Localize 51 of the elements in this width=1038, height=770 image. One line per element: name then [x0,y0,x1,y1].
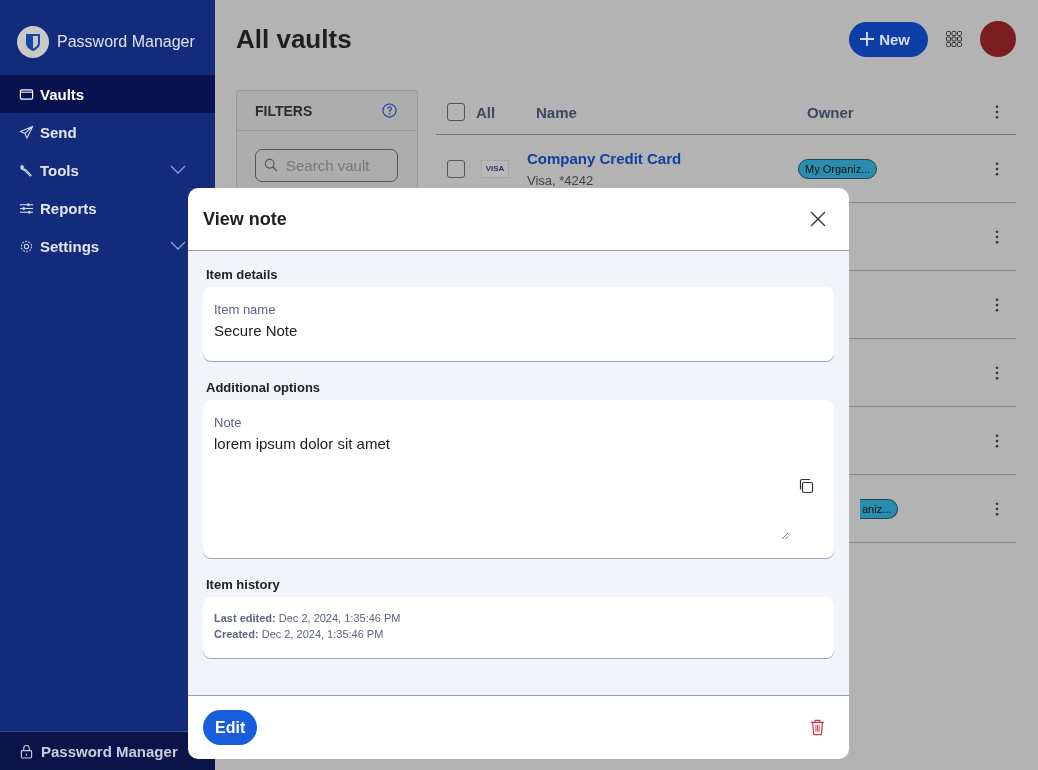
nav-item[interactable]: Tools [0,151,215,189]
new-button[interactable]: New [849,21,928,57]
search-icon [264,158,278,172]
column-header: Owner [807,103,855,121]
app-grid-icon[interactable] [946,31,962,47]
note-field[interactable]: Note lorem ipsum dolor sit amet [203,400,834,558]
edit-button[interactable]: Edit [203,710,258,745]
help-icon[interactable] [382,103,397,118]
dialog-title: View note [203,208,287,230]
nav-item[interactable]: Settings [0,227,215,265]
history-line: Last edited: Dec 2, 2024, 1:35:46 PM [214,612,402,624]
history-line: Created: Dec 2, 2024, 1:35:46 PM [214,628,385,640]
app-name: Password Manager [57,32,195,51]
more-options-icon[interactable] [995,297,999,312]
wrench-icon [19,162,34,178]
item-name-link[interactable]: Company Credit Card [527,149,798,167]
trash-icon[interactable] [810,719,825,736]
column-header: All [476,103,497,121]
close-icon[interactable] [810,211,826,227]
item-name-field[interactable]: Item name Secure Note [203,287,834,361]
resize-handle-icon[interactable] [781,532,789,540]
item-subtitle: Visa, *4242 [527,172,595,188]
settings-icon [19,238,34,254]
more-options-icon[interactable] [995,161,999,176]
footer-label: Password Manager [41,742,178,760]
checkbox[interactable] [447,159,465,178]
more-options-icon[interactable] [995,433,999,448]
card-brand-logo: VISA [481,159,509,178]
more-options-icon[interactable] [995,105,999,119]
owner-badge: aniz... [860,498,899,519]
column-header: Name [536,103,578,121]
more-options-icon[interactable] [995,501,999,516]
page-title: All vaults [236,23,352,55]
folder-icon [19,86,34,102]
shield-logo-icon [17,25,49,58]
filters-title: FILTERS [255,102,313,119]
copy-icon[interactable] [798,478,814,494]
more-options-icon[interactable] [995,229,999,244]
owner-badge: My Organiz... [798,158,878,179]
section-heading: Item history [205,577,281,592]
sliders-icon [19,200,34,216]
plus-icon [860,32,875,46]
lock-icon [20,743,33,759]
avatar[interactable] [980,21,1016,57]
nav-item[interactable]: Vaults [0,75,215,113]
nav-item[interactable]: Send [0,113,215,151]
more-options-icon[interactable] [995,365,999,380]
section-heading: Additional options [205,380,322,395]
paper-plane-icon [19,124,34,140]
checkbox[interactable] [447,103,465,121]
section-heading: Item details [205,267,279,282]
